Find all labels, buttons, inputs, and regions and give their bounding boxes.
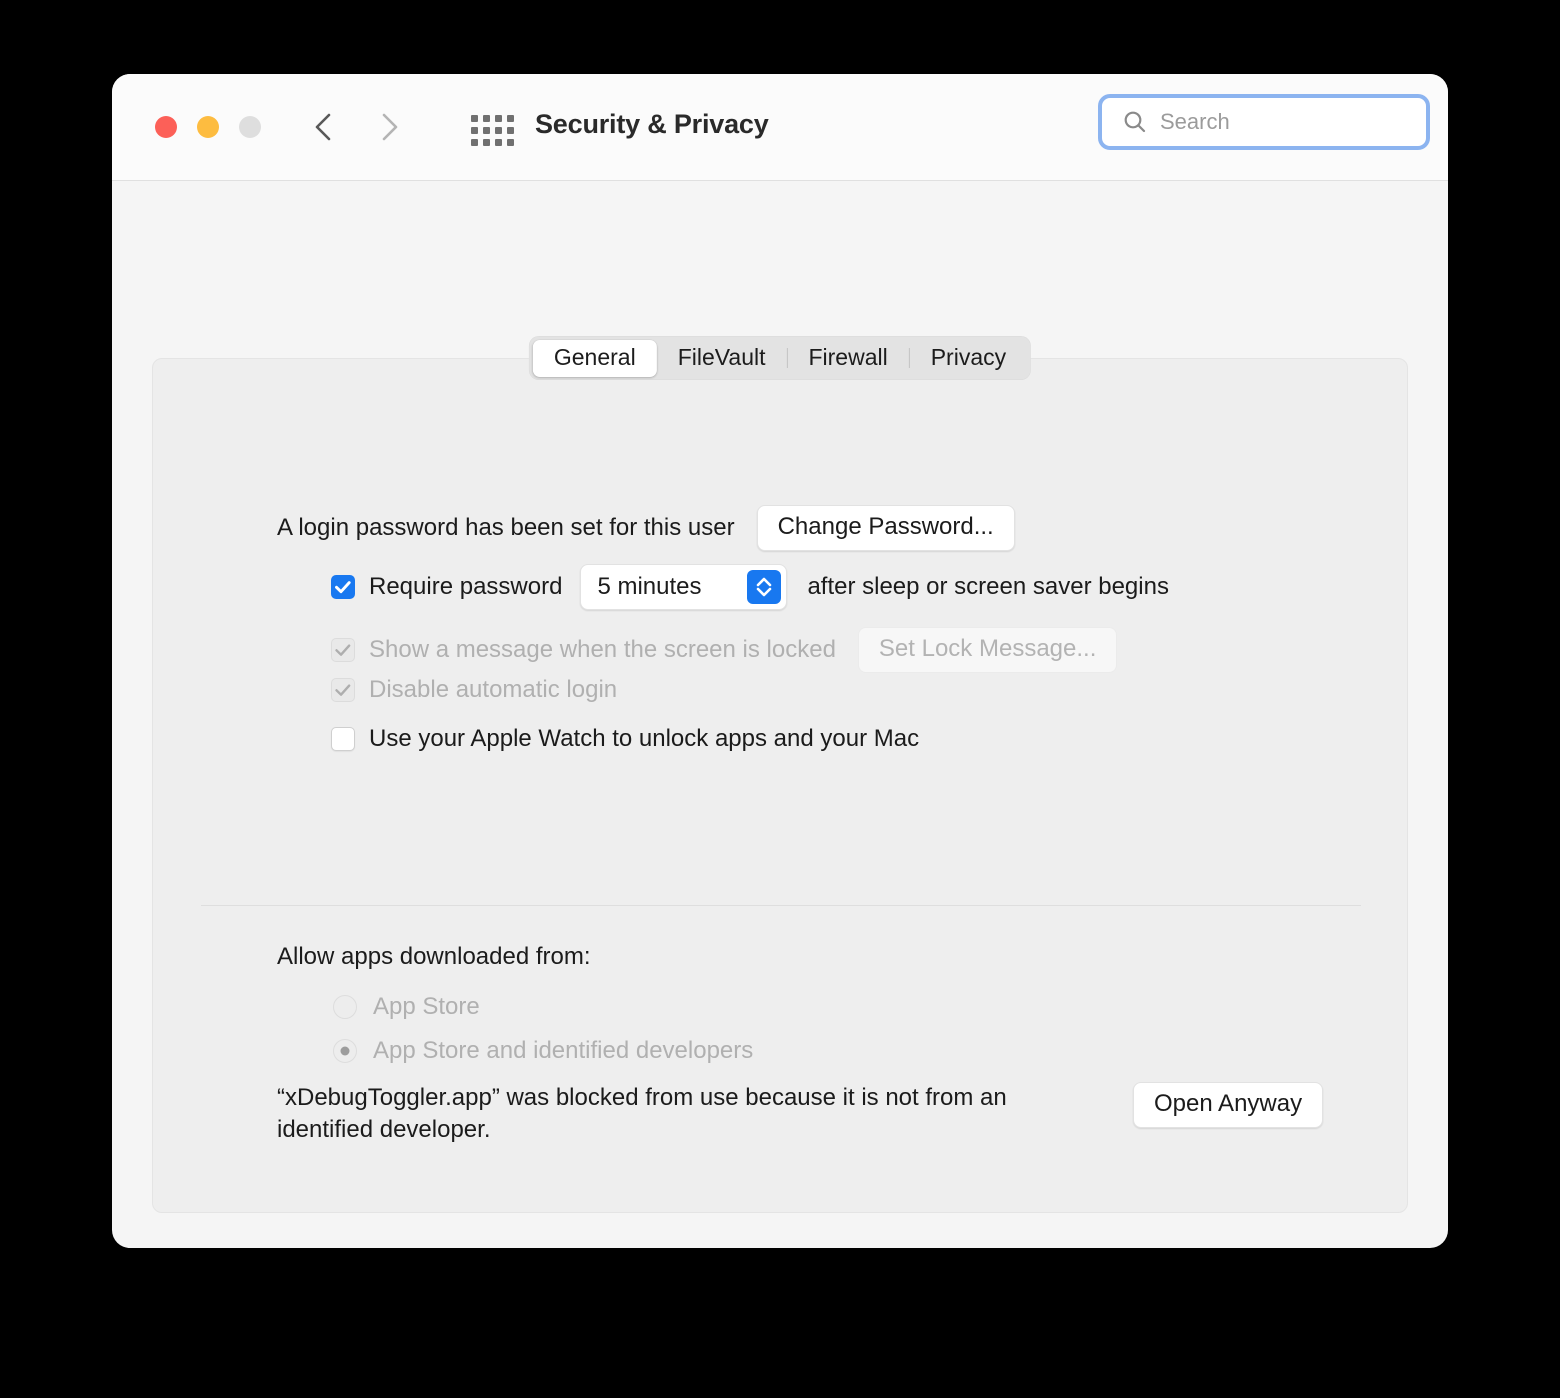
require-password-row: Require password 5 minutes after sleep o… [331,564,1169,610]
apple-watch-label: Use your Apple Watch to unlock apps and … [369,725,920,752]
window-toolbar: Security & Privacy [112,74,1448,181]
blocked-app-message: “xDebugToggler.app” was blocked from use… [277,1084,1007,1144]
require-password-delay-value: 5 minutes [597,573,702,600]
radio-app-store-and-identified-developers [333,1039,357,1063]
grid-apps-icon[interactable] [471,115,514,146]
disable-auto-login-row: Disable automatic login [331,676,617,704]
login-password-row: A login password has been set for this u… [277,505,1015,551]
radio-app-store [333,995,357,1019]
radio-identified-developers-label: App Store and identified developers [373,1037,754,1064]
search-icon [1122,109,1148,135]
allow-apps-option-identified-developers: App Store and identified developers [333,1037,753,1065]
allow-apps-heading: Allow apps downloaded from: [277,943,591,970]
tab-firewall[interactable]: Firewall [787,340,908,377]
allow-apps-heading-row: Allow apps downloaded from: [277,943,591,971]
stepper-arrows-icon[interactable] [747,570,782,604]
login-password-label: A login password has been set for this u… [277,514,735,541]
section-divider [201,905,1361,906]
tab-privacy[interactable]: Privacy [910,340,1027,377]
chevron-left-icon[interactable] [310,112,336,142]
disable-auto-login-label: Disable automatic login [369,676,618,703]
set-lock-message-button: Set Lock Message... [857,627,1118,673]
apple-watch-checkbox[interactable] [331,727,355,751]
open-anyway-button[interactable]: Open Anyway [1133,1082,1324,1128]
window-content: General FileVault Firewall Privacy A log… [112,181,1448,1248]
disable-auto-login-checkbox [331,678,355,702]
chevron-right-icon[interactable] [376,112,402,142]
traffic-lights [155,116,261,138]
require-password-label: Require password [369,573,563,600]
general-settings-panel: A login password has been set for this u… [152,358,1408,1213]
tab-filevault[interactable]: FileVault [657,340,787,377]
zoom-window-button [239,116,261,138]
minimize-window-button[interactable] [197,116,219,138]
show-lock-message-label: Show a message when the screen is locked [369,636,836,663]
change-password-button[interactable]: Change Password... [756,505,1015,551]
search-field[interactable] [1098,94,1430,150]
page-title: Security & Privacy [535,109,769,139]
apple-watch-row: Use your Apple Watch to unlock apps and … [331,725,919,753]
require-password-checkbox[interactable] [331,575,355,599]
tab-bar: General FileVault Firewall Privacy [528,336,1032,380]
search-input[interactable] [1158,108,1414,136]
close-window-button[interactable] [155,116,177,138]
tab-general[interactable]: General [532,339,657,377]
show-lock-message-row: Show a message when the screen is locked… [331,627,1118,673]
require-password-delay-stepper[interactable]: 5 minutes [580,564,788,610]
require-password-suffix-label: after sleep or screen saver begins [807,573,1169,600]
allow-apps-option-appstore: App Store [333,993,480,1021]
show-lock-message-checkbox [331,638,355,662]
navigation-arrows [310,112,402,142]
security-privacy-window: Security & Privacy General FileVault Fir… [112,74,1448,1248]
radio-app-store-label: App Store [373,993,480,1020]
